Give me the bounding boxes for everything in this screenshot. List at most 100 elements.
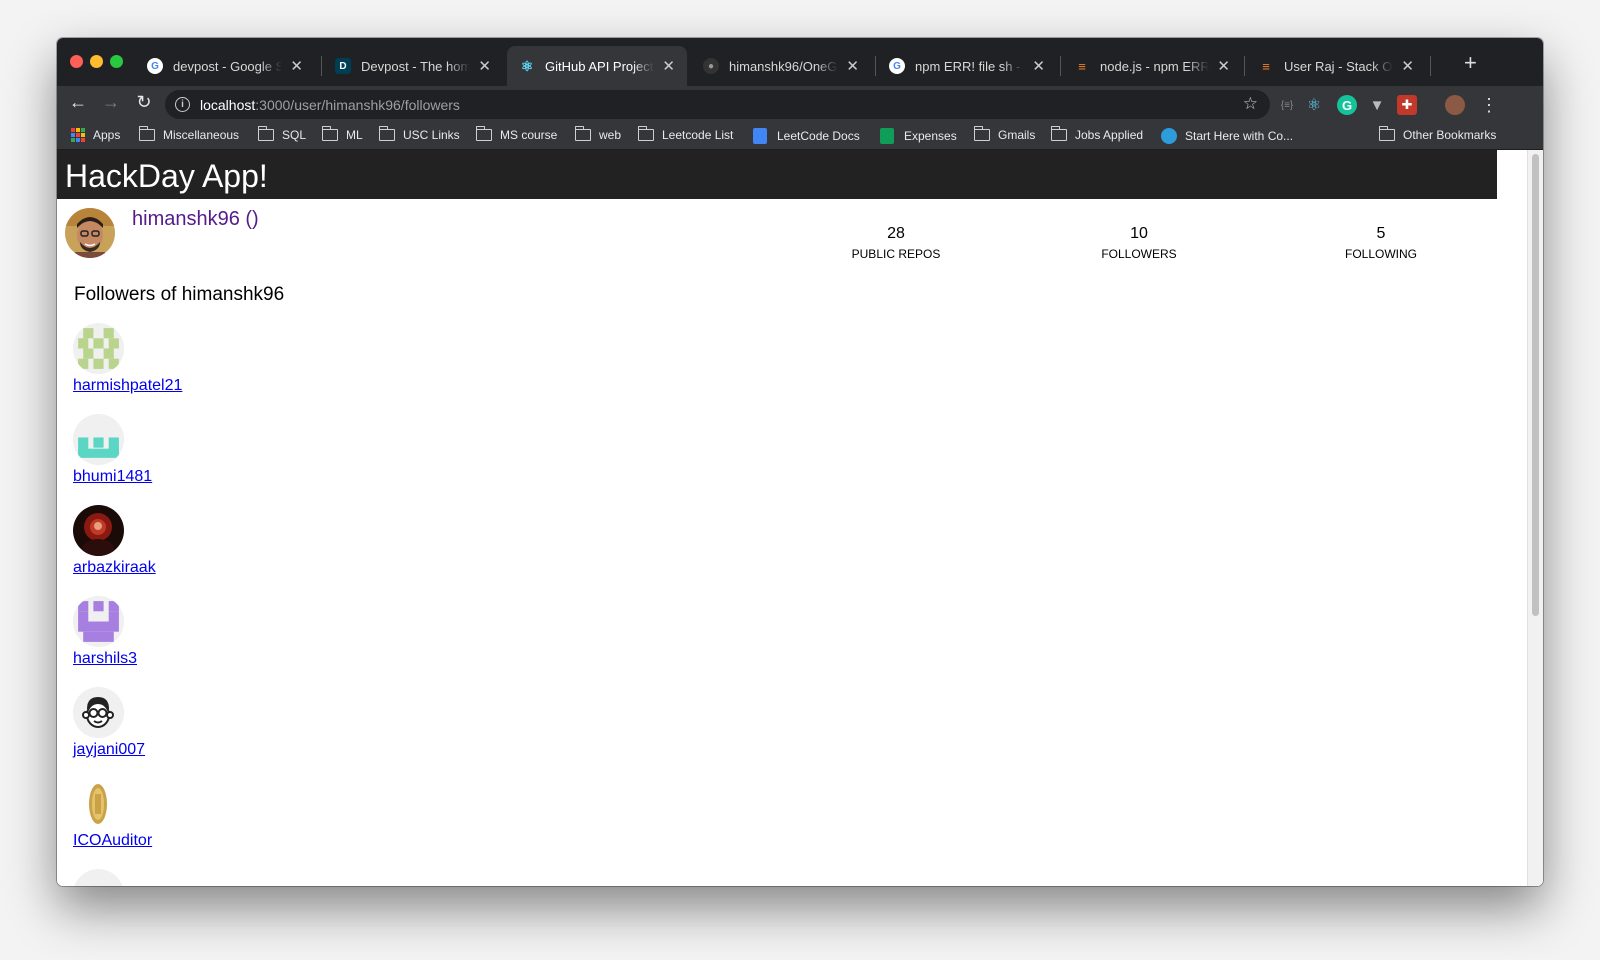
follower-login-link[interactable]: ICOAuditor [73, 832, 152, 850]
bookmark-folder[interactable]: ML [321, 126, 363, 142]
url-host: localhost [200, 96, 256, 113]
page-scrollbar[interactable] [1527, 150, 1543, 886]
new-tab-button[interactable]: + [1464, 50, 1477, 76]
follower-avatar[interactable] [73, 323, 124, 374]
tab-title: User Raj - Stack Overflow [1284, 58, 1393, 74]
follower-login-link[interactable]: harmishpatel21 [73, 377, 182, 395]
bookmark-folder[interactable]: web [574, 126, 621, 142]
close-tab-icon[interactable]: ✕ [478, 57, 491, 75]
bookmark-apps[interactable]: Apps [71, 128, 120, 142]
follower-login-link[interactable]: arbazkiraak [73, 559, 156, 577]
tab-stackoverflow-user[interactable]: ≡ User Raj - Stack Overflow ✕ [1246, 46, 1426, 86]
info-icon[interactable]: i [175, 97, 190, 112]
follower-login-link[interactable]: jayjani007 [73, 741, 145, 759]
close-window-button[interactable] [70, 55, 83, 68]
forward-button[interactable]: → [99, 92, 123, 113]
close-tab-icon[interactable]: ✕ [1217, 57, 1230, 75]
bookmark-folder[interactable]: USC Links [378, 126, 460, 142]
close-tab-icon[interactable]: ✕ [1032, 57, 1045, 75]
minimize-window-button[interactable] [90, 55, 103, 68]
bookmark-expenses[interactable]: Expenses [880, 128, 957, 144]
site-favicon-icon [1161, 128, 1177, 144]
follower-avatar[interactable] [73, 778, 124, 829]
tab-stackoverflow-npm[interactable]: ≡ node.js - npm ERR! code ✕ [1062, 46, 1242, 86]
close-tab-icon[interactable]: ✕ [290, 57, 303, 75]
close-tab-icon[interactable]: ✕ [662, 57, 675, 75]
browser-window: G devpost - Google Search ✕ D Devpost - … [57, 38, 1543, 886]
devpost-icon: D [335, 58, 351, 74]
bookmark-other[interactable]: Other Bookmarks [1378, 126, 1496, 142]
bookmark-folder[interactable]: Leetcode List [637, 126, 733, 142]
stat-following: 5 FOLLOWING [1311, 225, 1451, 261]
maximize-window-button[interactable] [110, 55, 123, 68]
follower-avatar[interactable] [73, 596, 124, 647]
bookmark-start-here[interactable]: Start Here with Co... [1161, 128, 1293, 144]
follower-login-link[interactable]: harshils3 [73, 650, 137, 668]
folder-icon [257, 126, 274, 141]
page-content: HackDay App! himanshk96 () 28 PUBLIC REP… [57, 150, 1543, 886]
bookmark-folder[interactable]: Jobs Applied [1050, 126, 1143, 142]
folder-icon [1378, 126, 1395, 141]
profile-avatar-icon[interactable] [1445, 95, 1465, 115]
follower-item: bhumi1481 [73, 414, 152, 486]
stat-label: FOLLOWING [1344, 247, 1417, 261]
bookmark-folder[interactable]: Gmails [973, 126, 1035, 142]
close-tab-icon[interactable]: ✕ [846, 57, 859, 75]
menu-kebab-icon[interactable]: ⋮ [1479, 95, 1499, 115]
stat-value: 28 [887, 225, 905, 242]
profile-avatar [65, 208, 115, 258]
follower-item: jayjani007 [73, 687, 145, 759]
follower-item: ICOAuditor [73, 778, 152, 850]
stat-value: 10 [1130, 225, 1148, 242]
reload-button[interactable]: ↻ [132, 92, 156, 113]
tab-title: devpost - Google Search [173, 58, 283, 74]
tab-devpost-search[interactable]: G devpost - Google Search ✕ [135, 46, 315, 86]
follower-avatar[interactable] [73, 687, 124, 738]
app-header: HackDay App! [57, 150, 1497, 199]
profile-name[interactable]: himanshk96 () [132, 208, 259, 231]
bookmark-folder[interactable]: MS course [475, 126, 557, 142]
tab-title: Devpost - The home for hackathons [361, 58, 471, 74]
tab-divider [1244, 56, 1245, 76]
extension-icon[interactable]: ✚ [1397, 95, 1417, 115]
follower-login-link[interactable]: bhumi1481 [73, 468, 152, 486]
grammarly-icon[interactable]: G [1337, 95, 1357, 115]
app-title: HackDay App! [65, 158, 268, 194]
tab-title: node.js - npm ERR! code [1100, 58, 1210, 74]
bookmark-folder[interactable]: Miscellaneous [138, 126, 239, 142]
folder-icon [321, 126, 338, 141]
back-button[interactable]: ← [66, 92, 90, 113]
tab-onegate[interactable]: ● himanshk96/OneGate ✕ [691, 46, 871, 86]
follower-avatar[interactable] [73, 414, 124, 465]
folder-icon [1050, 126, 1067, 141]
close-tab-icon[interactable]: ✕ [1401, 57, 1414, 75]
tab-title: npm ERR! file sh - Google Search [915, 58, 1024, 74]
bookmark-leetcode-docs[interactable]: LeetCode Docs [753, 128, 860, 144]
tab-devpost-home[interactable]: D Devpost - The home for hackathons ✕ [323, 46, 503, 86]
browser-toolbar: ← → ↻ i localhost:3000/user/himanshk96/f… [57, 86, 1543, 124]
folder-icon [138, 126, 155, 141]
scrollbar-thumb[interactable] [1532, 154, 1539, 616]
google-docs-icon [753, 128, 767, 144]
follower-item: harmishpatel21 [73, 323, 182, 395]
follower-avatar[interactable] [73, 505, 124, 556]
stat-public-repos: 28 PUBLIC REPOS [826, 225, 966, 261]
follower-avatar[interactable] [73, 869, 124, 886]
bookmarks-bar: Apps Miscellaneous SQL ML USC Links MS c… [57, 124, 1543, 150]
google-icon: G [147, 58, 163, 74]
vue-devtools-icon[interactable]: ▼ [1367, 95, 1387, 115]
github-icon: ● [703, 58, 719, 74]
tab-strip: G devpost - Google Search ✕ D Devpost - … [57, 38, 1543, 86]
bookmark-folder[interactable]: SQL [257, 126, 306, 142]
json-viewer-icon[interactable]: {≡} [1277, 95, 1297, 115]
tab-title: himanshk96/OneGate [729, 58, 838, 74]
address-bar[interactable]: i localhost:3000/user/himanshk96/followe… [165, 90, 1270, 119]
react-devtools-icon[interactable]: ⚛ [1304, 95, 1324, 115]
tab-npm-search[interactable]: G npm ERR! file sh - Google Search ✕ [877, 46, 1057, 86]
tab-github-api-project[interactable]: ⚛ GitHub API Project ✕ [507, 46, 687, 86]
stat-label: PUBLIC REPOS [851, 247, 941, 261]
react-icon: ⚛ [520, 57, 534, 74]
folder-icon [574, 126, 591, 141]
bookmark-star-icon[interactable]: ☆ [1243, 94, 1258, 114]
section-title: Followers of himanshk96 [74, 284, 285, 305]
